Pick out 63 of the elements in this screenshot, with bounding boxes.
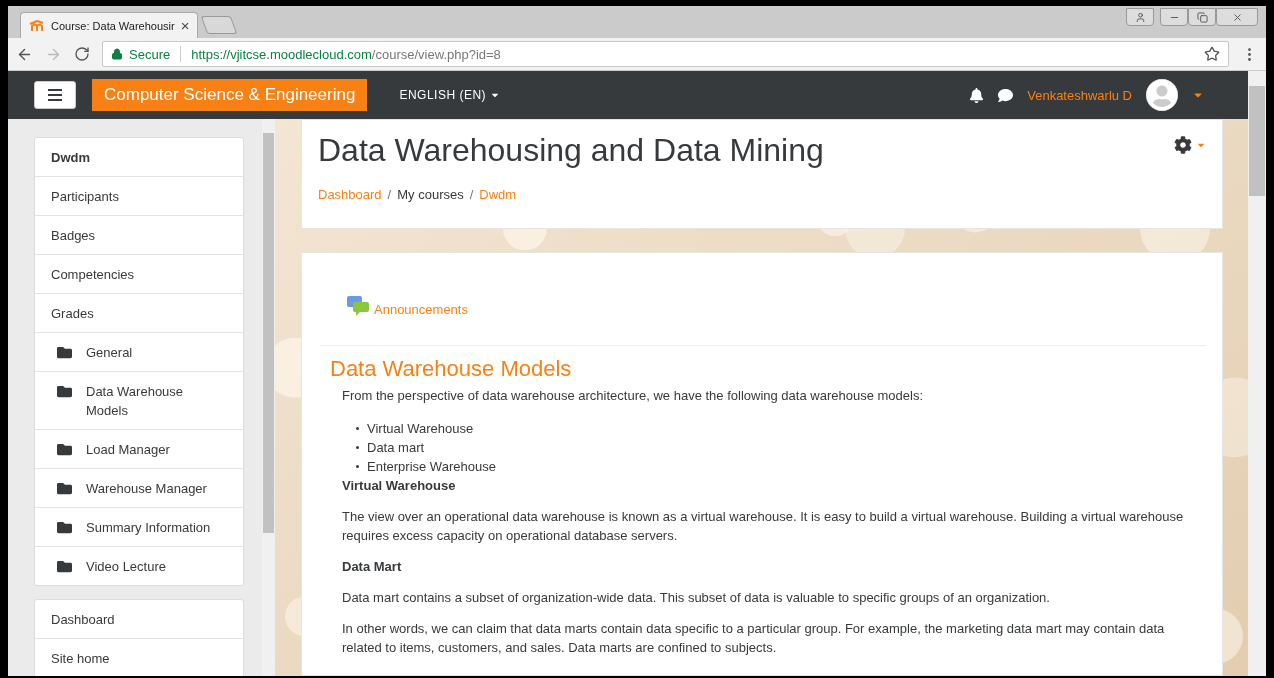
bell-icon[interactable] (969, 87, 985, 103)
avatar[interactable] (1146, 79, 1178, 111)
browser-tab[interactable]: Course: Data Warehousir × (20, 12, 199, 38)
subheading: Virtual Warehouse (342, 477, 457, 495)
menu-button[interactable] (34, 81, 76, 109)
sidebar-item[interactable]: Dashboard (35, 600, 243, 638)
list-item: Virtual Warehouse (367, 420, 474, 438)
page-title: Data Warehousing and Data Mining (318, 132, 824, 169)
moodle-logo-icon (29, 19, 45, 32)
folder-icon (57, 442, 72, 457)
sidebar-item[interactable]: Summary Information (35, 507, 243, 546)
paragraph: Data mart contains a subset of organization-wide data. This subset of data is valuable to specific groups of an organization. (342, 589, 1051, 607)
folder-icon (57, 481, 72, 496)
profile-button[interactable] (1126, 8, 1154, 26)
sidebar-item[interactable]: Dwdm (35, 138, 243, 176)
sidebar-item[interactable]: Data Warehouse Models (35, 371, 243, 429)
message-icon[interactable] (998, 87, 1014, 103)
close-icon (1231, 11, 1243, 23)
bookmark-star-icon[interactable] (1204, 46, 1220, 62)
section-title: Data Warehouse Models (330, 356, 573, 382)
chat-bubbles-icon (346, 295, 370, 317)
list-item: Enterprise Warehouse (367, 458, 496, 476)
lock-icon (111, 48, 123, 60)
paragraph: In other words, we can claim that data marts contain data specific to a particular group. For example, the marketing data mart may contain data related to items, customers, and sales. Data marts are confined to subjects. (342, 620, 1166, 657)
language-menu[interactable]: ENGLISH (EN) (393, 87, 507, 103)
hamburger-icon (48, 89, 62, 101)
sidebar-item[interactable]: Warehouse Manager (35, 468, 243, 507)
folder-icon (57, 559, 72, 574)
list-item: Data mart (367, 439, 425, 457)
user-name[interactable]: Venkateshwarlu D (1027, 87, 1132, 103)
sidebar-item[interactable]: Grades (35, 293, 243, 332)
restore-button[interactable] (1188, 8, 1216, 26)
sidebar-item[interactable]: Badges (35, 215, 243, 254)
url-host: https://vjitcse.moodlecloud.com (191, 46, 372, 62)
settings-menu[interactable] (1174, 136, 1206, 154)
folder-icon (57, 345, 72, 360)
breadcrumb-separator: / (469, 187, 474, 202)
folder-icon (57, 384, 72, 399)
paragraph: From the perspective of data warehouse architecture, we have the following data warehouse models: (342, 387, 924, 405)
person-icon (1134, 11, 1146, 23)
reload-icon[interactable] (74, 46, 90, 62)
address-bar[interactable]: Secure https://vjitcse.moodlecloud.com/course/view.php?id=8 (102, 41, 1229, 67)
restore-icon (1196, 11, 1208, 23)
secure-label: Secure (129, 46, 171, 62)
sidebar-item[interactable]: Load Manager (35, 429, 243, 468)
breadcrumb-separator: / (387, 187, 392, 202)
bullet-icon (356, 446, 359, 449)
tab-close-button[interactable]: × (180, 17, 190, 34)
sidebar-item[interactable]: Participants (35, 176, 243, 215)
sidebar-item[interactable]: Competencies (35, 254, 243, 293)
sidebar-item[interactable]: Site home (35, 638, 243, 676)
sidebar-scrollbar[interactable] (262, 119, 275, 676)
url-path: /course/view.php?id=8 (371, 46, 502, 62)
folder-icon (57, 520, 72, 535)
bullet-icon (356, 465, 359, 468)
paragraph: The view over an operational data warehouse is known as a virtual warehouse. It is easy to build a virtual warehouse. Building a virtual warehouse requires excess capacity on operational database servers. (342, 508, 1185, 545)
subheading: Data Mart (342, 558, 403, 576)
sidebar-item[interactable]: General (35, 332, 243, 371)
tab-title: Course: Data Warehousir (51, 19, 175, 32)
breadcrumb-item[interactable]: My courses (397, 187, 464, 202)
sidebar-item[interactable]: Video Lecture (35, 546, 243, 585)
bullet-icon (356, 427, 359, 430)
page-scrollbar[interactable] (1248, 71, 1266, 676)
